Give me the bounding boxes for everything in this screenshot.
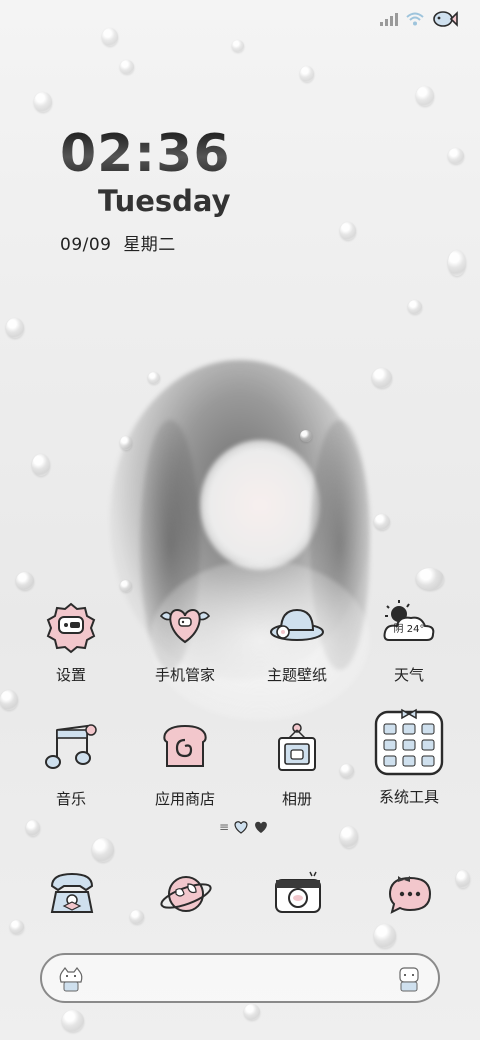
app-label: 应用商店: [154, 790, 215, 808]
browser-icon: [160, 876, 212, 912]
phone-icon: [50, 872, 94, 913]
weather-icon: 阴 24°: [381, 598, 437, 654]
dock-browser[interactable]: [158, 866, 214, 922]
signal-icon: [380, 13, 398, 26]
cat-mascot-icon: [59, 967, 83, 992]
theme-icon: [269, 598, 325, 654]
page-indicator[interactable]: ≡: [219, 820, 269, 834]
phone-manager-icon: [157, 598, 213, 654]
app-label: 设置: [55, 666, 86, 684]
clock-time[interactable]: 02:36: [60, 124, 231, 184]
app-weather[interactable]: 阴 24° 天气: [354, 598, 464, 685]
gallery-icon: [269, 722, 325, 778]
app-gallery[interactable]: 相册: [242, 722, 352, 809]
app-label: 手机管家: [154, 666, 215, 684]
system-tools-folder-icon: [374, 704, 444, 776]
wifi-icon: [406, 12, 424, 26]
clock-date: 09/09: [60, 235, 112, 255]
clock-weekday-cn: 星期二: [123, 235, 176, 255]
heart-filled-icon: [255, 821, 267, 833]
weather-temp: 阴 24°: [393, 624, 425, 635]
settings-icon: [43, 598, 99, 654]
app-phone-manager[interactable]: 手机管家: [130, 598, 240, 685]
app-theme-wallpaper[interactable]: 主题壁纸: [242, 598, 352, 685]
dock-messages[interactable]: [382, 866, 438, 922]
dock-camera[interactable]: [270, 866, 326, 922]
cat-mascot-search-icon[interactable]: [394, 964, 424, 994]
search-bar[interactable]: [40, 953, 440, 1003]
dock-phone[interactable]: [44, 866, 100, 922]
app-settings[interactable]: 设置: [16, 598, 126, 685]
app-label: 系统工具: [378, 788, 439, 806]
status-bar: [380, 10, 458, 28]
clock-weekday: Tuesday: [98, 184, 231, 218]
app-label: 主题壁纸: [266, 666, 327, 684]
app-label: 相册: [281, 790, 312, 808]
music-icon: [43, 722, 99, 778]
app-system-tools-folder[interactable]: 系统工具: [354, 704, 464, 807]
app-store-icon: [157, 722, 213, 778]
camera-icon: [275, 871, 321, 913]
menu-lines-icon: ≡: [219, 820, 230, 834]
app-label: 天气: [393, 666, 424, 684]
messages-icon: [388, 876, 432, 914]
app-label: 音乐: [55, 790, 86, 808]
fish-icon: [433, 11, 458, 27]
app-music[interactable]: 音乐: [16, 722, 126, 809]
heart-outline-icon: [234, 821, 248, 834]
app-app-store[interactable]: 应用商店: [130, 722, 240, 809]
clock-date-line: 09/09 星期二: [60, 230, 176, 255]
